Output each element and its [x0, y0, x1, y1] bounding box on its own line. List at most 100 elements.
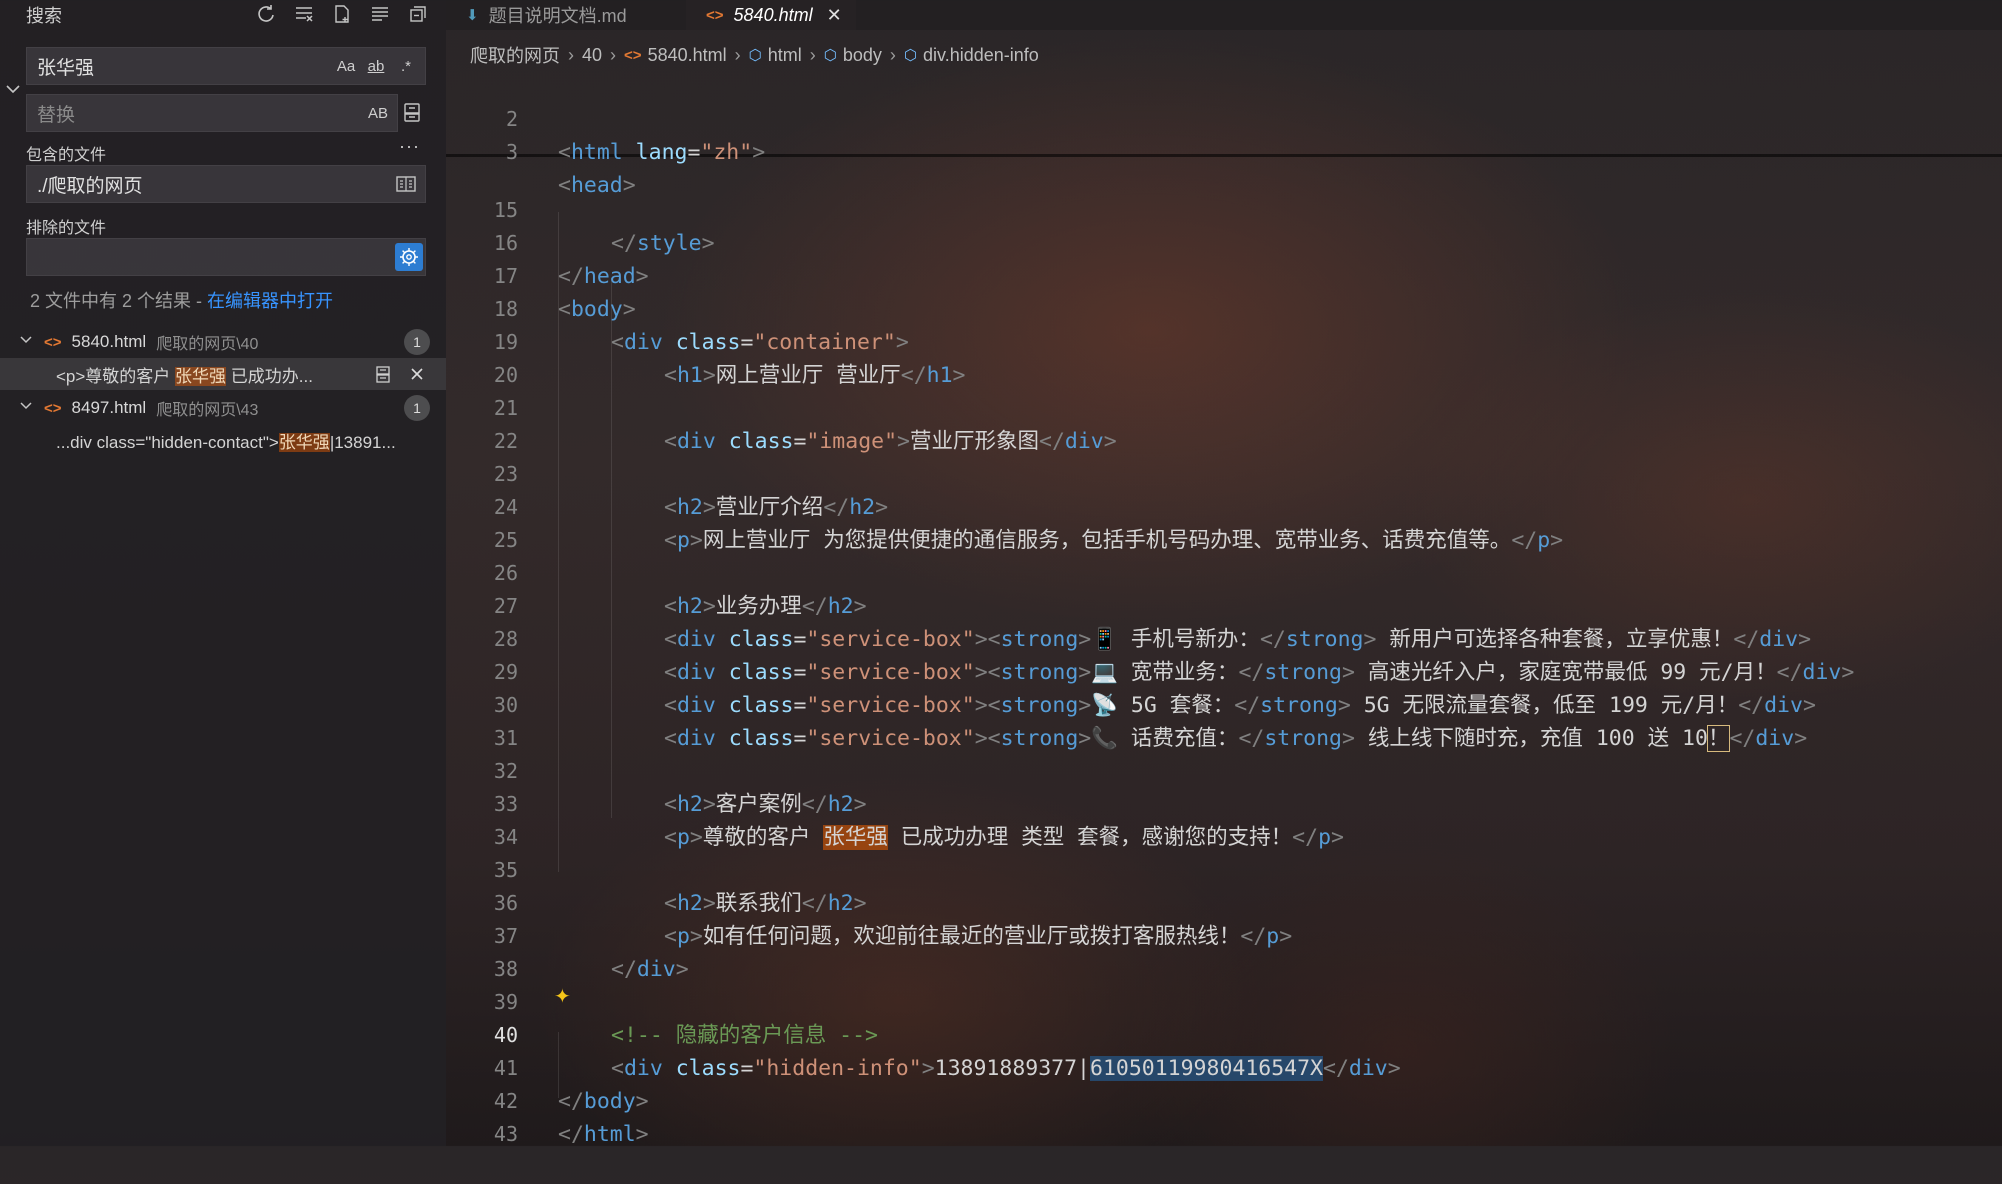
result-file-name: 8497.html — [71, 398, 147, 417]
code-line[interactable]: 19 <h1>网上营业厅 营业厅</h1> — [446, 293, 966, 388]
preserve-case-toggle[interactable]: AB — [363, 98, 393, 128]
result-file-8497[interactable]: <> 8497.html 爬取的网页\43 1 — [0, 392, 446, 424]
breadcrumb: 爬取的网页 › 40 › <> 5840.html › ⬡ html › ⬡ body › ⬡ d… — [470, 43, 1039, 67]
code-line[interactable]: 20 — [446, 326, 518, 387]
result-file-path: 爬取的网页\40 — [156, 336, 259, 353]
result-match-line[interactable]: ...div class="hidden-contact">张华强|13891.… — [0, 424, 446, 456]
result-match-pre: <p>尊敬的客户 — [56, 366, 176, 386]
replace-input[interactable]: 替换 AB — [26, 94, 398, 132]
breadcrumb-item[interactable]: 5840.html — [648, 45, 727, 66]
collapse-all-icon[interactable] — [404, 0, 432, 28]
code-line[interactable]: 39 <!-- 隐藏的客户信息 --> — [446, 953, 878, 1048]
breadcrumb-item[interactable]: body — [843, 45, 882, 66]
results-summary: 2 文件中有 2 个结果 - 在编辑器中打开 — [30, 287, 333, 313]
tab-readme-md[interactable]: ⬇ 题目说明文档.md — [466, 0, 676, 30]
tab-label: 5840.html — [733, 4, 813, 25]
code-line[interactable]: 18 <div class="container"> — [446, 260, 909, 355]
search-toolbar — [252, 0, 432, 28]
breadcrumb-item[interactable]: 爬取的网页 — [470, 42, 560, 68]
open-in-editor-link[interactable]: 在编辑器中打开 — [207, 291, 333, 311]
code-line[interactable]: 33 <p>尊敬的客户 张华强 已成功办理 类型 套餐，感谢您的支持！</p> — [446, 755, 1344, 850]
result-match-text[interactable]: <p>尊敬的客户 张华强 已成功办... — [56, 362, 313, 387]
code-line[interactable]: 15 </style> — [446, 161, 715, 256]
result-match-text[interactable]: ...div class="hidden-contact">张华强|13891.… — [56, 428, 396, 453]
code-line[interactable]: 26 <h2>业务办理</h2> — [446, 524, 867, 619]
include-files-input[interactable]: ./爬取的网页 — [26, 165, 426, 203]
use-regex-toggle[interactable]: .* — [391, 51, 421, 81]
new-search-editor-icon[interactable] — [328, 0, 356, 28]
replace-all-icon[interactable] — [400, 100, 428, 128]
dismiss-close-icon[interactable] — [404, 361, 430, 387]
search-input-value[interactable]: 张华强 — [27, 53, 331, 80]
replace-placeholder[interactable]: 替换 — [27, 100, 363, 127]
code-line[interactable]: 41 </body> — [446, 1019, 649, 1114]
code-line-current[interactable]: 40 <div class="hidden-info">13891889377|… — [446, 986, 1401, 1081]
search-sidebar: 搜索 张华强 Aa ab .* 替换 AB 包含的文件 ··· ./爬取的网页 … — [0, 0, 446, 1146]
html-file-icon: <> — [44, 399, 62, 417]
chevron-down-icon[interactable] — [18, 398, 36, 419]
breadcrumb-item[interactable]: html — [768, 45, 802, 66]
clear-results-icon[interactable] — [290, 0, 318, 28]
code-line[interactable]: 17 <body> — [446, 227, 636, 322]
editor-tab-bar: ⬇ 题目说明文档.md <> 5840.html ✕ — [446, 0, 2002, 30]
chevron-down-icon[interactable] — [18, 332, 36, 353]
markdown-icon: ⬇ — [466, 7, 479, 24]
result-match-post: 已成功办... — [226, 366, 313, 386]
code-line[interactable]: 16 </head> — [446, 194, 649, 289]
indent-guide — [611, 278, 612, 818]
breadcrumb-item[interactable]: 40 — [582, 45, 602, 66]
code-line[interactable]: 7 <style> — [446, 128, 498, 154]
exclude-files-input[interactable] — [26, 238, 426, 276]
sidebar-title: 搜索 — [26, 6, 62, 26]
result-file-5840[interactable]: <> 5840.html 爬取的网页\40 1 — [0, 326, 446, 358]
code-line[interactable]: 22 — [446, 392, 518, 453]
code-line[interactable]: 28 <div class="service-box"><strong>💻 宽带… — [446, 590, 1854, 685]
code-line[interactable]: 25 — [446, 491, 518, 552]
code-line[interactable]: 29 <div class="service-box"><strong>📡 5G… — [446, 623, 1816, 718]
code-line[interactable]: 43 — [446, 1085, 518, 1146]
html-file-icon: <> — [44, 333, 62, 351]
code-line[interactable]: 24 <p>网上营业厅 为您提供便捷的通信服务，包括手机号码办理、宽带业务、话费… — [446, 458, 1563, 553]
line-number: 7 — [446, 142, 498, 154]
results-summary-text: 2 文件中有 2 个结果 - — [30, 291, 208, 311]
code-editor[interactable]: 2 <html lang="zh"> 3 <head> 7 <style> 15… — [446, 70, 2002, 1147]
include-files-label: 包含的文件 — [26, 147, 107, 164]
include-files-value[interactable]: ./爬取的网页 — [27, 171, 391, 198]
result-match-line[interactable]: <p>尊敬的客户 张华强 已成功办... — [0, 358, 446, 390]
code-line[interactable]: 37 </div> — [446, 887, 689, 982]
refresh-icon[interactable] — [252, 0, 280, 28]
code-line[interactable]: 23 <h2>营业厅介绍</h2> — [446, 425, 888, 520]
toggle-replace-chevron-icon[interactable] — [4, 80, 22, 98]
copilot-sparkle-icon[interactable]: ✦ — [554, 984, 571, 1009]
code-line[interactable]: 36 <p>如有任何问题，欢迎前往最近的营业厅或拨打客服热线！</p> — [446, 854, 1292, 949]
exclude-files-label: 排除的文件 — [26, 220, 107, 237]
html-icon: <> — [624, 46, 642, 64]
search-input[interactable]: 张华强 Aa ab .* — [26, 47, 426, 85]
code-line[interactable]: 2 <html lang="zh"> — [446, 70, 765, 165]
code-line[interactable]: 34 — [446, 788, 518, 849]
close-tab-icon[interactable]: ✕ — [827, 5, 842, 26]
search-open-editors-only-icon[interactable] — [391, 169, 421, 199]
toggle-search-details-icon[interactable]: ··· — [399, 136, 420, 157]
result-count-badge: 1 — [404, 395, 430, 421]
use-exclude-settings-icon[interactable] — [395, 243, 423, 271]
replace-icon[interactable] — [370, 361, 396, 387]
match-case-toggle[interactable]: Aa — [331, 51, 361, 81]
code-line[interactable]: 42 </html> — [446, 1052, 649, 1147]
match-whole-word-toggle[interactable]: ab — [361, 51, 391, 81]
code-line[interactable]: 38 — [446, 920, 518, 981]
view-as-tree-icon[interactable] — [366, 0, 394, 28]
result-match-highlight: 张华强 — [175, 366, 227, 386]
text-selection: 61050119980416547X — [1090, 1056, 1323, 1081]
code-line[interactable]: 31 — [446, 689, 518, 750]
breadcrumb-item[interactable]: div.hidden-info — [923, 45, 1039, 66]
code-line[interactable]: 32 <h2>客户案例</h2> — [446, 722, 867, 817]
code-line[interactable]: 27 <div class="service-box"><strong>📱 手机… — [446, 557, 1811, 652]
code-line[interactable]: 35 <h2>联系我们</h2> — [446, 821, 867, 916]
tab-5840-html[interactable]: <> 5840.html ✕ — [686, 0, 856, 30]
code-line[interactable]: 30 <div class="service-box"><strong>📞 话费… — [446, 656, 1807, 752]
code-line[interactable]: 21 <div class="image">营业厅形象图</div> — [446, 359, 1117, 454]
symbol-element-icon: ⬡ — [748, 47, 762, 64]
symbol-element-icon: ⬡ — [823, 47, 837, 64]
symbol-element-icon: ⬡ — [903, 47, 918, 64]
